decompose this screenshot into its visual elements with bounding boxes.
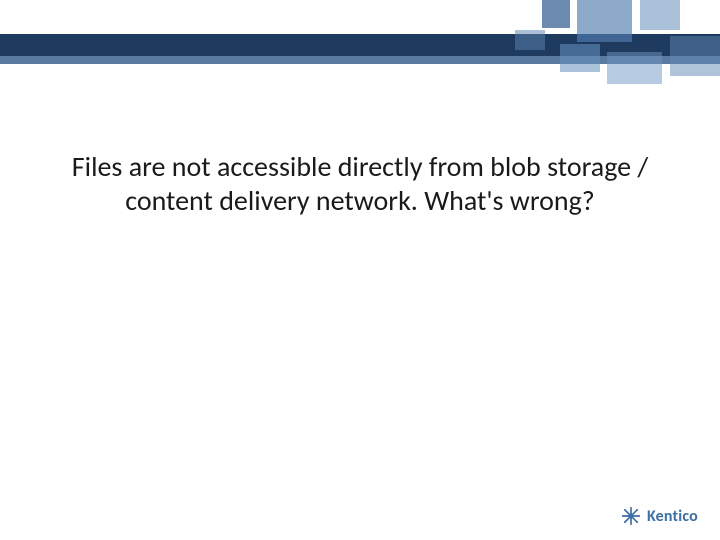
header-square-icon [577, 0, 632, 42]
slide-title: Files are not accessible directly from b… [60, 150, 660, 218]
header-square-icon [640, 0, 680, 30]
slide: Files are not accessible directly from b… [0, 0, 720, 540]
header-square-icon [515, 30, 545, 50]
title-block: Files are not accessible directly from b… [60, 150, 660, 218]
header-bar [0, 0, 720, 80]
header-square-icon [670, 36, 720, 76]
snowflake-icon [621, 506, 641, 526]
footer-logo: Kentico [621, 506, 698, 526]
header-square-icon [542, 0, 570, 28]
footer-brand-text: Kentico [647, 507, 698, 526]
header-square-icon [607, 52, 662, 84]
header-square-icon [560, 44, 600, 72]
